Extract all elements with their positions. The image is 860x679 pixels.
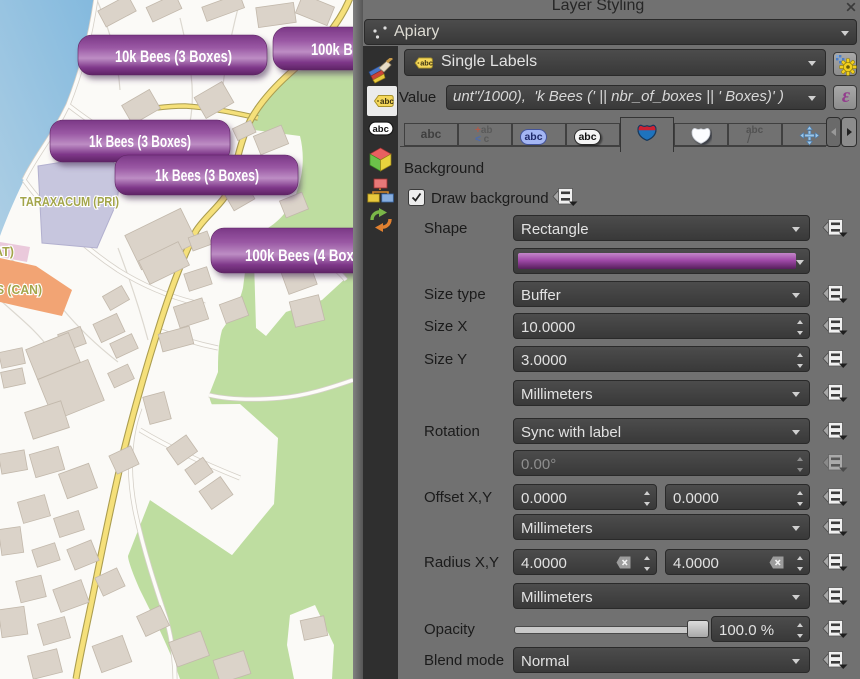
svg-text:AT): AT) [0,245,14,259]
svg-text:TARAXACUM (PRI): TARAXACUM (PRI) [20,195,119,209]
svg-text:S (CAN): S (CAN) [0,283,42,297]
svg-text:1k Bees (3 Boxes): 1k Bees (3 Boxes) [155,167,259,185]
svg-text:100k Bees (4 Boxes): 100k Bees (4 Boxes) [245,247,353,265]
svg-text:100k Bees (3 Boxes): 100k Bees (3 Boxes) [311,41,353,59]
svg-text:abc: abc [380,97,394,106]
svg-text:abc: abc [420,59,433,68]
svg-text:1k Bees (3 Boxes): 1k Bees (3 Boxes) [89,133,191,151]
svg-text:10k Bees (3 Boxes): 10k Bees (3 Boxes) [115,48,232,66]
svg-text:abc: abc [373,124,389,135]
